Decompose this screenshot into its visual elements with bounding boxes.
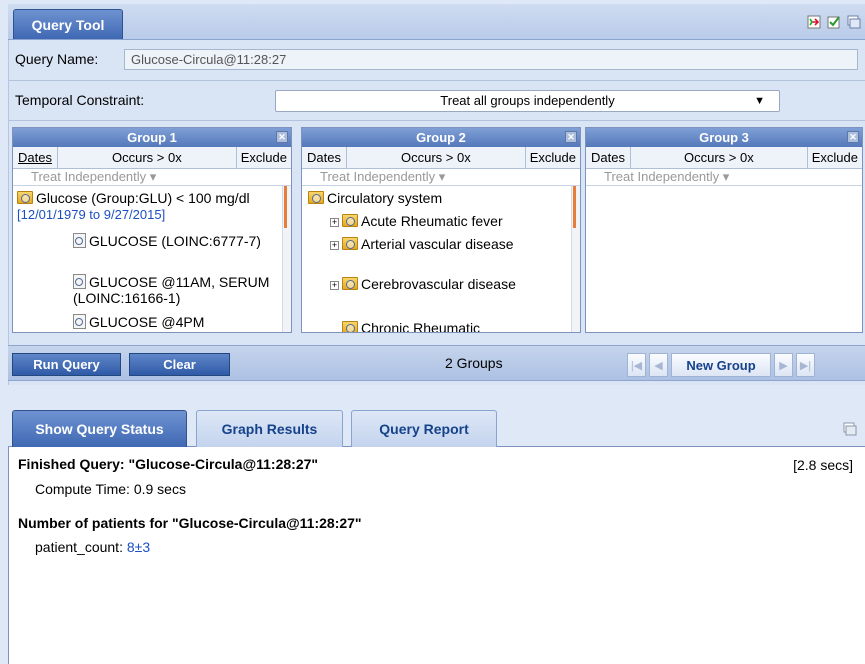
tab-show-query-status[interactable]: Show Query Status (12, 410, 187, 447)
group-options: Dates Occurs > 0x Exclude (13, 147, 291, 169)
group-1-tree: Glucose (Group:GLU) < 100 mg/dl [12/01/1… (13, 186, 291, 332)
divider (9, 120, 865, 121)
query-name-label: Query Name: (15, 51, 99, 67)
groups-count: 2 Groups (445, 355, 503, 371)
group-2-panel: Group 2 ✕ Dates Occurs > 0x Exclude Trea… (301, 127, 581, 333)
tree-item-label: Cerebrovascular disease (361, 276, 516, 292)
query-tool-header: Query Tool (8, 4, 865, 40)
expand-icon[interactable]: + (330, 218, 339, 227)
exclude-button[interactable]: Exclude (808, 147, 862, 168)
folder-icon (342, 277, 358, 290)
query-button-bar: Run Query Clear 2 Groups |◀ ◀ New Group … (8, 345, 865, 381)
compute-time: Compute Time: 0.9 secs (35, 481, 186, 497)
tree-item-label: Glucose (Group:GLU) < 100 mg/dl (36, 190, 250, 206)
chevron-down-icon: ▼ (754, 95, 765, 107)
query-status-panel: Finished Query: "Glucose-Circula@11:28:2… (8, 447, 865, 664)
occurs-button[interactable]: Occurs > 0x (347, 147, 526, 168)
dates-button[interactable]: Dates (302, 147, 347, 168)
treat-independently-select[interactable]: Treat Independently ▾ (586, 169, 862, 186)
tree-item-label: Acute Rheumatic fever (361, 213, 503, 229)
elapsed-time: [2.8 secs] (793, 457, 853, 473)
status-tabs-bar: Show Query Status Graph Results Query Re… (8, 404, 865, 447)
tree-item[interactable]: + Arterial vascular disease (330, 236, 530, 253)
query-tool-body: Query Name: Glucose-Circula@11:28:27 Tem… (8, 40, 865, 385)
expand-icon[interactable]: + (330, 241, 339, 250)
folder-icon (17, 191, 33, 204)
tree-item[interactable]: Glucose (Group:GLU) < 100 mg/dl [12/01/1… (17, 190, 277, 223)
group-title-text: Group 2 (416, 130, 466, 145)
first-group-button[interactable]: |◀ (627, 353, 646, 377)
tree-item-label: Arterial vascular disease (361, 236, 514, 252)
temporal-constraint-value: Treat all groups independently (440, 93, 615, 108)
query-name-field[interactable]: Glucose-Circula@11:28:27 (124, 49, 858, 70)
group-2-tree: Circulatory system + Acute Rheumatic feve… (302, 186, 580, 332)
group-options: Dates Occurs > 0x Exclude (586, 147, 862, 169)
patient-count-value[interactable]: 8±3 (127, 539, 150, 555)
folder-icon (342, 214, 358, 227)
folder-icon (342, 237, 358, 250)
exclude-button[interactable]: Exclude (526, 147, 580, 168)
group-1-title: Group 1 ✕ (13, 128, 291, 147)
temporal-constraint-label: Temporal Constraint: (15, 92, 145, 108)
dates-button[interactable]: Dates (13, 147, 58, 168)
run-query-button[interactable]: Run Query (12, 353, 121, 376)
tree-item-label: GLUCOSE @11AM, SERUM (LOINC:16166-1) (73, 274, 270, 306)
treat-independently-select[interactable]: Treat Independently ▾ (13, 169, 291, 186)
patient-count: patient_count: 8±3 (35, 539, 150, 555)
treat-independently-select[interactable]: Treat Independently ▾ (302, 169, 580, 186)
tab-query-report[interactable]: Query Report (351, 410, 497, 447)
expand-icon[interactable]: + (330, 281, 339, 290)
group-1-panel: Group 1 ✕ Dates Occurs > 0x Exclude Trea… (12, 127, 292, 333)
tree-item-label: GLUCOSE (LOINC:6777-7) (89, 233, 261, 249)
close-icon[interactable]: ✕ (565, 131, 577, 143)
tree-item[interactable]: + Cerebrovascular disease (330, 276, 530, 293)
tree-item[interactable]: GLUCOSE (LOINC:6777-7) (73, 233, 273, 249)
tree-item[interactable]: GLUCOSE @4PM (73, 314, 273, 330)
export-icon[interactable] (807, 15, 821, 29)
group-3-dropzone[interactable] (586, 186, 862, 332)
date-range: [12/01/1979 to 9/27/2015] (17, 207, 166, 222)
close-icon[interactable]: ✕ (847, 131, 859, 143)
next-group-button[interactable]: ▶ (774, 353, 793, 377)
group-3-title: Group 3 ✕ (586, 128, 862, 147)
tree-item-label: GLUCOSE @4PM (89, 314, 205, 330)
patient-count-label: patient_count: (35, 539, 123, 555)
occurs-button[interactable]: Occurs > 0x (631, 147, 808, 168)
term-icon (73, 314, 86, 329)
tree-item[interactable]: Chronic Rheumatic (342, 320, 542, 332)
group-3-panel: Group 3 ✕ Dates Occurs > 0x Exclude Trea… (585, 127, 863, 333)
clear-button[interactable]: Clear (129, 353, 230, 376)
term-icon (73, 233, 86, 248)
finished-query-line: Finished Query: "Glucose-Circula@11:28:2… (18, 456, 319, 472)
group-options: Dates Occurs > 0x Exclude (302, 147, 580, 169)
close-icon[interactable]: ✕ (276, 131, 288, 143)
scrollbar[interactable] (282, 186, 291, 332)
new-group-button[interactable]: New Group (671, 353, 771, 377)
tab-graph-results[interactable]: Graph Results (196, 410, 343, 447)
scrollbar[interactable] (571, 186, 580, 332)
temporal-constraint-select[interactable]: Treat all groups independently ▼ (275, 90, 780, 112)
occurs-button[interactable]: Occurs > 0x (58, 147, 237, 168)
group-title-text: Group 1 (127, 130, 177, 145)
tree-item[interactable]: + Acute Rheumatic fever (330, 213, 570, 229)
divider (9, 80, 865, 81)
patients-heading: Number of patients for "Glucose-Circula@… (18, 515, 362, 531)
tree-item[interactable]: Circulatory system (308, 190, 568, 206)
folder-icon (342, 321, 358, 332)
dates-button[interactable]: Dates (586, 147, 631, 168)
window-icon[interactable] (843, 422, 857, 439)
tree-item-label: Chronic Rheumatic (361, 320, 481, 332)
term-icon (73, 274, 86, 289)
group-2-title: Group 2 ✕ (302, 128, 580, 147)
window-icon[interactable] (847, 15, 861, 29)
exclude-button[interactable]: Exclude (237, 147, 291, 168)
tree-item-label: Circulatory system (327, 190, 443, 206)
last-group-button[interactable]: ▶| (796, 353, 815, 377)
group-title-text: Group 3 (699, 130, 749, 145)
tree-item[interactable]: GLUCOSE @11AM, SERUM (LOINC:16166-1) (73, 274, 273, 306)
tab-query-tool[interactable]: Query Tool (13, 9, 123, 39)
previous-group-button[interactable]: ◀ (649, 353, 668, 377)
folder-icon (308, 191, 324, 204)
check-icon[interactable] (827, 15, 841, 29)
